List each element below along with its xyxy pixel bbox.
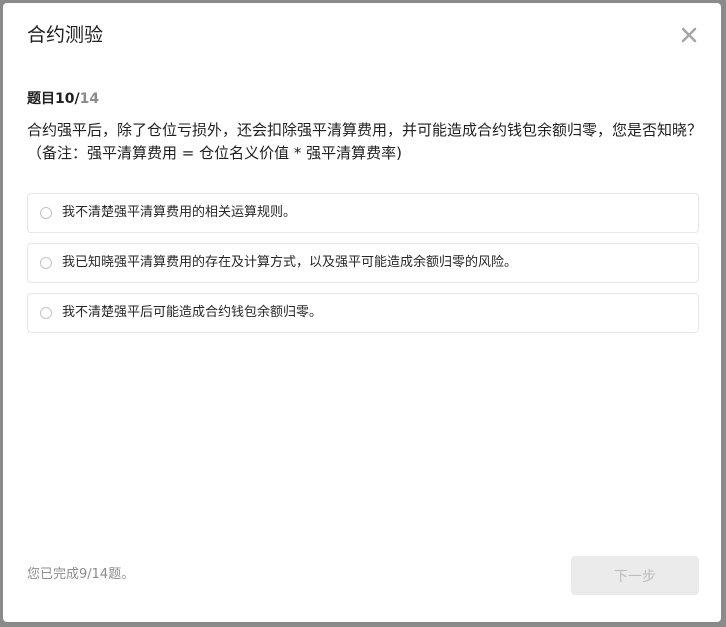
close-icon [681, 27, 697, 43]
radio-button[interactable] [40, 207, 52, 219]
question-progress: 题目10/14 [27, 89, 99, 109]
next-button[interactable]: 下一步 [571, 556, 699, 595]
progress-current: 10 [55, 91, 75, 107]
option-label: 我已知晓强平清算费用的存在及计算方式，以及强平可能造成余额归零的风险。 [62, 255, 518, 270]
answer-option-3[interactable]: 我不清楚强平后可能造成合约钱包余额归零。 [27, 293, 699, 333]
radio-button[interactable] [40, 307, 52, 319]
completion-status: 您已完成9/14题。 [27, 567, 135, 582]
close-button[interactable] [679, 25, 699, 45]
answer-options: 我不清楚强平清算费用的相关运算规则。 我已知晓强平清算费用的存在及计算方式，以及… [27, 193, 699, 343]
radio-button[interactable] [40, 257, 52, 269]
quiz-dialog: 合约测验 题目10/14 合约强平后，除了仓位亏损外，还会扣除强平清算费用，并可… [3, 3, 721, 622]
progress-total: 14 [79, 91, 100, 107]
option-label: 我不清楚强平清算费用的相关运算规则。 [62, 205, 297, 220]
answer-option-1[interactable]: 我不清楚强平清算费用的相关运算规则。 [27, 193, 699, 233]
question-text: 合约强平后，除了仓位亏损外，还会扣除强平清算费用，并可能造成合约钱包余额归零，您… [27, 121, 703, 162]
answer-option-2[interactable]: 我已知晓强平清算费用的存在及计算方式，以及强平可能造成余额归零的风险。 [27, 243, 699, 283]
progress-label: 题目 [27, 91, 55, 107]
dialog-title: 合约测验 [27, 24, 104, 46]
option-label: 我不清楚强平后可能造成合约钱包余额归零。 [62, 305, 323, 320]
